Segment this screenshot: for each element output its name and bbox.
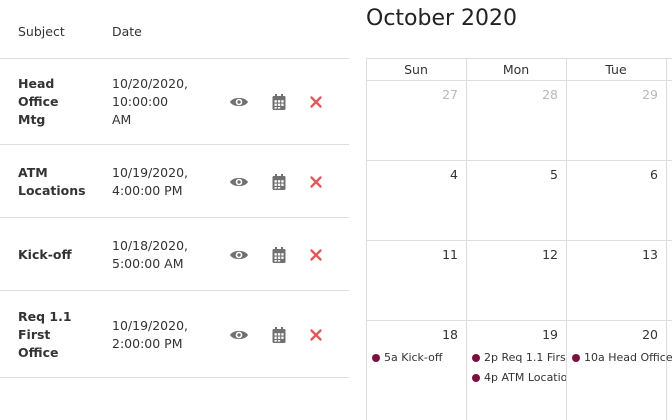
grid-line xyxy=(366,240,672,241)
appointment-subject-line: Mtg xyxy=(18,112,46,127)
show-in-calendar-button[interactable] xyxy=(268,324,290,346)
view-button[interactable] xyxy=(228,324,250,346)
calendar-icon xyxy=(268,244,290,266)
day-number[interactable]: 4 xyxy=(418,167,458,182)
delete-button[interactable] xyxy=(305,91,327,113)
appointment-date-line: 5:00:00 AM xyxy=(112,256,184,271)
list-item: Req 1.1 First Office 10/19/2020, 2:00:00 PM xyxy=(0,291,349,378)
show-in-calendar-button[interactable] xyxy=(268,244,290,266)
close-icon xyxy=(305,91,327,113)
grid-line xyxy=(566,58,567,420)
appointment-subject-line: First xyxy=(18,327,51,342)
appointment-date: 10/19/2020, 4:00:00 PM xyxy=(112,164,212,200)
day-number[interactable]: 18 xyxy=(418,327,458,342)
calendar-icon xyxy=(268,171,290,193)
calendar-icon xyxy=(268,91,290,113)
day-number[interactable]: 12 xyxy=(518,247,558,262)
appointment-subject-line: Office xyxy=(18,94,59,109)
appointment-subject-line: Office xyxy=(18,345,59,360)
calendar-event-label: 10a Head Office Mtg xyxy=(584,351,672,364)
event-dot xyxy=(372,353,380,362)
delete-button[interactable] xyxy=(305,244,327,266)
close-icon xyxy=(305,324,327,346)
day-number[interactable]: 6 xyxy=(618,167,658,182)
appointment-date-line: 10/18/2020, xyxy=(112,238,189,253)
appointment-subject: Req 1.1 First Office xyxy=(18,308,98,362)
subject-column-header: Subject xyxy=(18,24,65,39)
appointment-date-line: 4:00:00 PM xyxy=(112,183,183,198)
event-dot xyxy=(472,373,480,382)
calendar-title: October 2020 xyxy=(366,6,518,31)
day-number[interactable]: 5 xyxy=(518,167,558,182)
appointment-date-line: 10/19/2020, xyxy=(112,165,189,180)
appointment-subject: Head Office Mtg xyxy=(18,75,98,129)
close-icon xyxy=(305,244,327,266)
calendar-event-label: 2p Req 1.1 First Office xyxy=(484,351,566,364)
appointment-date: 10/20/2020, 10:00:00 AM xyxy=(112,75,212,129)
grid-line xyxy=(466,58,467,420)
delete-button[interactable] xyxy=(305,324,327,346)
eye-icon xyxy=(228,324,250,346)
grid-line xyxy=(366,80,672,81)
grid-line xyxy=(366,58,367,420)
day-number[interactable]: 28 xyxy=(518,87,558,102)
weekday-header: Mon xyxy=(502,62,530,77)
show-in-calendar-button[interactable] xyxy=(268,171,290,193)
close-icon xyxy=(305,171,327,193)
appointment-subject-line: ATM xyxy=(18,165,48,180)
appointment-subject: Kick-off xyxy=(18,246,98,264)
appointment-subject-line: Kick-off xyxy=(18,247,72,262)
day-number[interactable]: 11 xyxy=(418,247,458,262)
day-number[interactable]: 20 xyxy=(618,327,658,342)
event-dot xyxy=(572,353,580,362)
appointment-subject-line: Head xyxy=(18,76,55,91)
appointment-list: Subject Date Head Office Mtg 10/20/2020, 10:… xyxy=(0,0,349,420)
delete-button[interactable] xyxy=(305,171,327,193)
appointment-date: 10/18/2020, 5:00:00 AM xyxy=(112,237,212,273)
eye-icon xyxy=(228,244,250,266)
day-number[interactable]: 27 xyxy=(418,87,458,102)
weekday-header: Sun xyxy=(404,62,428,77)
day-number[interactable]: 29 xyxy=(618,87,658,102)
list-header: Subject Date xyxy=(0,0,349,59)
appointment-date-line: 2:00:00 PM xyxy=(112,336,183,351)
calendar-event[interactable]: 5a Kick-off xyxy=(372,350,466,366)
appointment-date-line: 10/19/2020, xyxy=(112,318,189,333)
list-item: ATM Locations 10/19/2020, 4:00:00 PM xyxy=(0,145,349,218)
grid-line xyxy=(366,320,672,321)
appointment-date-line: AM xyxy=(112,112,132,127)
appointment-subject-line: Locations xyxy=(18,183,86,198)
calendar-event-label: 5a Kick-off xyxy=(384,351,443,364)
view-button[interactable] xyxy=(228,244,250,266)
calendar-event[interactable]: 4p ATM Locations xyxy=(472,370,566,386)
appointment-date: 10/19/2020, 2:00:00 PM xyxy=(112,317,212,353)
view-button[interactable] xyxy=(228,171,250,193)
appointment-subject: ATM Locations xyxy=(18,164,98,200)
date-column-header: Date xyxy=(112,24,142,39)
appointment-date-line: 10:00:00 xyxy=(112,94,169,109)
calendar-event[interactable]: 2p Req 1.1 First Office xyxy=(472,350,566,366)
calendar-icon xyxy=(268,324,290,346)
view-button[interactable] xyxy=(228,91,250,113)
weekday-header: Tue xyxy=(605,62,627,77)
day-number[interactable]: 19 xyxy=(518,327,558,342)
eye-icon xyxy=(228,91,250,113)
calendar-event-label: 4p ATM Locations xyxy=(484,371,566,384)
appointment-subject-line: Req 1.1 xyxy=(18,309,72,324)
grid-line xyxy=(366,58,672,59)
show-in-calendar-button[interactable] xyxy=(268,91,290,113)
calendar-event[interactable]: 10a Head Office Mtg xyxy=(572,350,672,366)
event-dot xyxy=(472,353,480,362)
day-number[interactable]: 13 xyxy=(618,247,658,262)
grid-line xyxy=(366,160,672,161)
appointment-date-line: 10/20/2020, xyxy=(112,76,189,91)
list-item: Head Office Mtg 10/20/2020, 10:00:00 AM xyxy=(0,58,349,145)
list-item: Kick-off 10/18/2020, 5:00:00 AM xyxy=(0,218,349,291)
eye-icon xyxy=(228,171,250,193)
